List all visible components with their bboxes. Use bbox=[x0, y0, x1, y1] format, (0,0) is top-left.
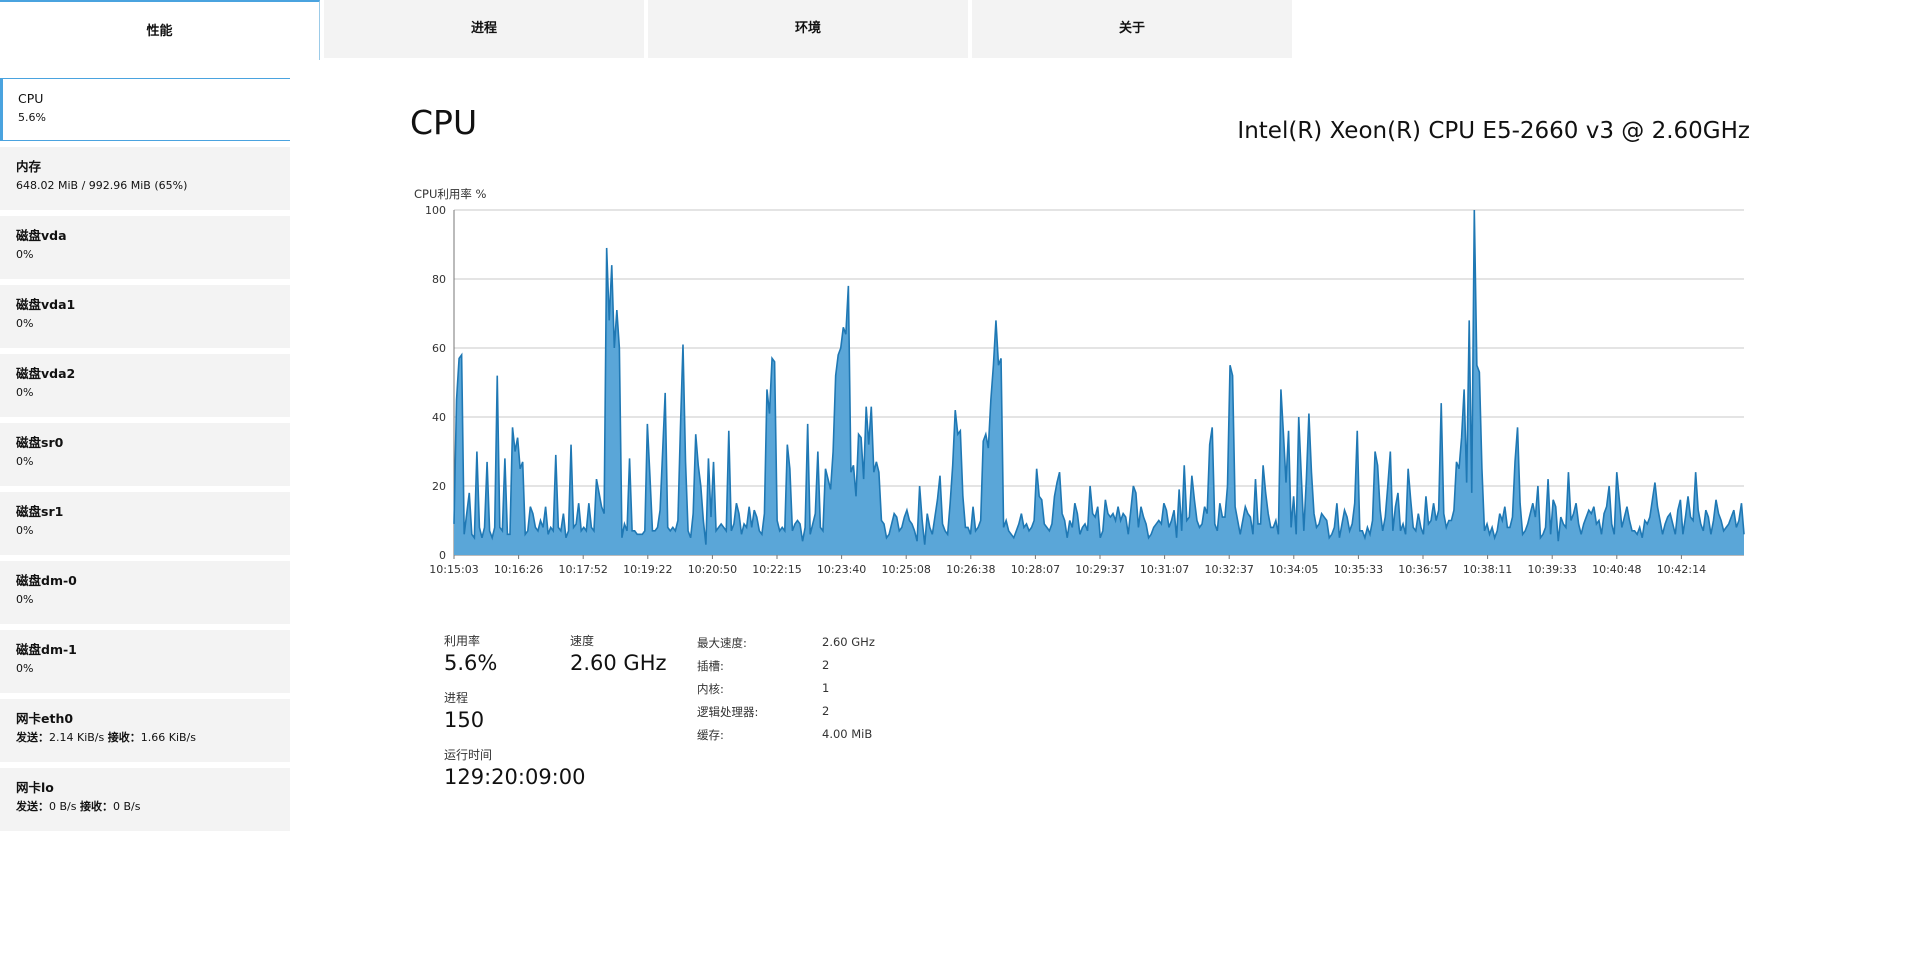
sidebar-item-label: 内存 bbox=[16, 159, 42, 174]
x-tick-label: 10:16:26 bbox=[494, 563, 543, 576]
top-tab-bar: 性能 进程 环境 关于 bbox=[0, 0, 1292, 60]
x-tick-label: 10:36:57 bbox=[1398, 563, 1447, 576]
sidebar-item-cpu[interactable]: CPU 5.6% bbox=[0, 78, 290, 141]
cache-value: 4.00 MiB bbox=[822, 727, 873, 741]
receive-rate: 0 B/s bbox=[112, 800, 141, 813]
logical-processors-label: 逻辑处理器: bbox=[697, 705, 759, 719]
sidebar-item-disk-sr0[interactable]: 磁盘sr0 0% bbox=[0, 423, 290, 486]
sidebar-item-value: 0% bbox=[16, 317, 34, 330]
cpu-model-name: Intel(R) Xeon(R) CPU E5-2660 v3 @ 2.60GH… bbox=[1237, 118, 1750, 144]
sidebar-item-label: CPU bbox=[18, 91, 44, 106]
cpu-usage-chart: CPU利用率 % 0 20 40 60 80 100 10:15:03 10:16:26 10:1… bbox=[400, 175, 1750, 585]
x-tick-label: 10:38:11 bbox=[1463, 563, 1512, 576]
y-tick-label: 40 bbox=[432, 411, 446, 424]
sidebar-item-nic-lo[interactable]: 网卡lo 发送：0 B/s 接收：0 B/s bbox=[0, 768, 290, 831]
sidebar-item-value: 0% bbox=[16, 455, 34, 468]
y-tick-label: 20 bbox=[432, 480, 446, 493]
x-tick-label: 10:31:07 bbox=[1140, 563, 1189, 576]
cpu-usage-chart-svg: CPU利用率 % 0 20 40 60 80 100 10:15:03 10:16:26 10:1… bbox=[414, 187, 1745, 576]
sidebar-item-memory[interactable]: 内存 648.02 MiB / 992.96 MiB (65%) bbox=[0, 147, 290, 210]
tab-about[interactable]: 关于 bbox=[972, 0, 1292, 58]
sidebar-item-network-rates: 发送：2.14 KiB/s 接收：1.66 KiB/s bbox=[16, 729, 274, 746]
tab-environment[interactable]: 环境 bbox=[648, 0, 968, 58]
x-tick-label: 10:35:33 bbox=[1334, 563, 1383, 576]
tab-performance[interactable]: 性能 bbox=[0, 0, 320, 60]
x-tick-label: 10:26:38 bbox=[946, 563, 995, 576]
sidebar-item-value: 0% bbox=[16, 524, 34, 537]
x-tick-label: 10:34:05 bbox=[1269, 563, 1318, 576]
y-tick-label: 80 bbox=[432, 273, 446, 286]
sidebar-item-label: 磁盘vda2 bbox=[16, 366, 76, 381]
sidebar-item-value: 0% bbox=[16, 386, 34, 399]
utilization-value: 5.6% bbox=[444, 651, 498, 675]
sidebar-item-disk-dm-0[interactable]: 磁盘dm-0 0% bbox=[0, 561, 290, 624]
receive-rate: 1.66 KiB/s bbox=[140, 731, 196, 744]
sidebar-item-disk-vda2[interactable]: 磁盘vda2 0% bbox=[0, 354, 290, 417]
x-tick-label: 10:22:15 bbox=[752, 563, 801, 576]
sidebar-item-value: 0% bbox=[16, 593, 34, 606]
x-tick-label: 10:39:33 bbox=[1527, 563, 1576, 576]
speed-value: 2.60 GHz bbox=[570, 651, 667, 675]
receive-label: 接收： bbox=[79, 800, 113, 813]
max-speed-label: 最大速度: bbox=[697, 636, 747, 650]
utilization-label: 利用率 bbox=[444, 634, 481, 648]
send-label: 发送： bbox=[16, 800, 49, 813]
cores-label: 内核: bbox=[697, 682, 724, 696]
send-label: 发送： bbox=[16, 731, 49, 744]
x-tick-label: 10:23:40 bbox=[817, 563, 866, 576]
x-tick-label: 10:28:07 bbox=[1011, 563, 1060, 576]
sidebar-item-label: 磁盘dm-1 bbox=[16, 642, 77, 657]
sidebar-item-label: 磁盘sr1 bbox=[16, 504, 64, 519]
x-tick-label: 10:40:48 bbox=[1592, 563, 1641, 576]
x-tick-label: 10:32:37 bbox=[1204, 563, 1253, 576]
y-tick-label: 60 bbox=[432, 342, 446, 355]
sidebar-item-disk-vda[interactable]: 磁盘vda 0% bbox=[0, 216, 290, 279]
logical-processors-value: 2 bbox=[822, 704, 830, 718]
x-tick-label: 10:15:03 bbox=[429, 563, 478, 576]
sidebar-item-nic-eth0[interactable]: 网卡eth0 发送：2.14 KiB/s 接收：1.66 KiB/s bbox=[0, 699, 290, 762]
send-rate: 0 B/s bbox=[49, 800, 77, 813]
send-rate: 2.14 KiB/s bbox=[49, 731, 105, 744]
x-tick-label: 10:19:22 bbox=[623, 563, 672, 576]
sidebar-item-value: 5.6% bbox=[18, 111, 46, 124]
series-area bbox=[454, 210, 1744, 555]
sidebar-item-disk-sr1[interactable]: 磁盘sr1 0% bbox=[0, 492, 290, 555]
sidebar-item-value: 648.02 MiB / 992.96 MiB (65%) bbox=[16, 179, 188, 192]
y-axis-label: CPU利用率 % bbox=[414, 187, 487, 201]
sidebar-item-label: 磁盘vda bbox=[16, 228, 67, 243]
sidebar-item-label: 网卡eth0 bbox=[16, 711, 74, 726]
speed-label: 速度 bbox=[570, 634, 595, 648]
sidebar-item-value: 0% bbox=[16, 662, 34, 675]
cores-value: 1 bbox=[822, 681, 830, 695]
tab-processes[interactable]: 进程 bbox=[324, 0, 644, 58]
x-tick-label: 10:20:50 bbox=[688, 563, 737, 576]
uptime-label: 运行时间 bbox=[444, 748, 493, 762]
x-tick-label: 10:42:14 bbox=[1657, 563, 1706, 576]
sockets-value: 2 bbox=[822, 658, 830, 672]
cache-label: 缓存: bbox=[697, 728, 724, 742]
sidebar-item-label: 磁盘vda1 bbox=[16, 297, 76, 312]
sidebar-item-label: 磁盘sr0 bbox=[16, 435, 64, 450]
sidebar-item-disk-dm-1[interactable]: 磁盘dm-1 0% bbox=[0, 630, 290, 693]
receive-label: 接收： bbox=[107, 731, 141, 744]
sidebar-item-label: 磁盘dm-0 bbox=[16, 573, 77, 588]
sidebar-item-value: 0% bbox=[16, 248, 34, 261]
sockets-label: 插槽: bbox=[697, 659, 724, 673]
sidebar-item-label: 网卡lo bbox=[16, 780, 54, 795]
x-tick-label: 10:29:37 bbox=[1075, 563, 1124, 576]
max-speed-value: 2.60 GHz bbox=[822, 635, 875, 649]
processes-value: 150 bbox=[444, 708, 485, 732]
processes-label: 进程 bbox=[444, 691, 469, 705]
page-title: CPU bbox=[410, 103, 478, 142]
y-tick-label: 100 bbox=[425, 204, 446, 217]
sidebar-item-network-rates: 发送：0 B/s 接收：0 B/s bbox=[16, 798, 274, 815]
x-tick-label: 10:17:52 bbox=[558, 563, 607, 576]
uptime-value: 129:20:09:00 bbox=[444, 765, 586, 789]
sidebar-item-disk-vda1[interactable]: 磁盘vda1 0% bbox=[0, 285, 290, 348]
y-tick-label: 0 bbox=[439, 549, 446, 562]
x-tick-label: 10:25:08 bbox=[881, 563, 930, 576]
